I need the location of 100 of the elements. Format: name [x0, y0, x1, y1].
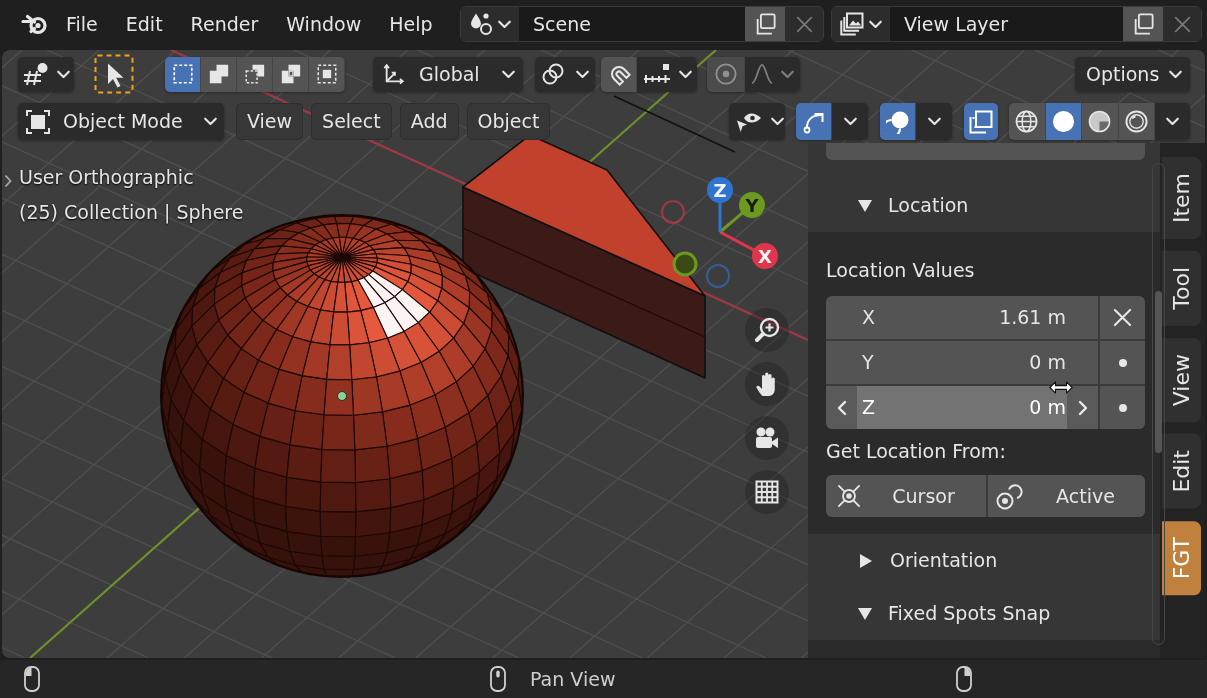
snap-target-dropdown[interactable]	[637, 56, 697, 92]
section-label: Location Values	[826, 258, 976, 282]
shading-mode-button[interactable]	[1118, 103, 1155, 140]
intersect-squares-icon	[316, 64, 337, 84]
scrollbar-thumb[interactable]	[1155, 291, 1162, 453]
chevron-down-icon	[502, 69, 515, 79]
panel-header[interactable]: Orientation	[808, 534, 1160, 587]
selection-mode-button[interactable]	[273, 56, 309, 92]
selection-mode-button[interactable]	[237, 56, 273, 92]
sidebar-tab[interactable]: Item	[1162, 157, 1201, 240]
overlay-dropdown[interactable]	[916, 103, 952, 140]
scene-name-field[interactable]: Scene	[519, 7, 745, 41]
select-box-tool-icon[interactable]	[94, 54, 134, 94]
chevron-left-icon	[836, 399, 847, 416]
shading-mode-button[interactable]	[1009, 103, 1046, 140]
menu-button[interactable]: View	[236, 103, 304, 140]
unlink-button[interactable]	[1163, 7, 1201, 41]
view-layer-name-field[interactable]: View Layer	[890, 7, 1123, 41]
linked-circles-icon	[541, 62, 565, 86]
mouse-left-button-icon	[24, 666, 40, 692]
chevron-down-icon	[771, 117, 784, 126]
grid-view-button[interactable]	[745, 470, 789, 514]
zoom-button[interactable]	[745, 308, 789, 352]
overlay-toggle-button[interactable]	[880, 103, 916, 140]
grid-icon	[755, 480, 779, 504]
mouse-right-button-icon	[956, 666, 972, 692]
menu-item[interactable]: Render	[176, 8, 273, 40]
gizmo-axis[interactable]: Z	[707, 177, 733, 232]
visibility-dropdown[interactable]	[729, 103, 785, 140]
negative-axis-handle[interactable]	[706, 264, 730, 288]
shading-mode-button[interactable]	[1045, 103, 1082, 140]
selection-mode-button[interactable]	[201, 56, 237, 92]
negative-axis-handle[interactable]	[661, 200, 685, 224]
glossy-sphere-icon	[1124, 110, 1148, 133]
panel-header[interactable]: Location	[808, 160, 1160, 232]
wire-sphere-icon	[1015, 110, 1039, 133]
resize-cursor-icon	[1049, 381, 1073, 394]
view-layer-browse-button[interactable]	[832, 7, 890, 41]
shading-dropdown[interactable]	[1155, 103, 1190, 140]
pivot-dropdown[interactable]	[535, 56, 595, 92]
menu-item[interactable]: Window	[272, 8, 376, 40]
dot-icon	[1118, 358, 1127, 367]
field-label: Z	[862, 396, 876, 419]
source-button[interactable]: Active	[986, 475, 1145, 517]
dashed-square-icon	[172, 64, 193, 84]
dot-button[interactable]	[1100, 386, 1145, 429]
scene-info-label: (25) Collection | Sphere	[19, 200, 244, 224]
unlink-button[interactable]	[785, 7, 823, 41]
chevron-down-icon	[843, 117, 857, 126]
gizmo-axis[interactable]: X	[719, 230, 778, 269]
chevron-down-icon	[927, 117, 941, 126]
pan-button[interactable]	[745, 362, 789, 406]
field-value: 1.61 m	[999, 306, 1066, 329]
clear-button[interactable]	[1100, 296, 1145, 339]
shading-mode-button[interactable]	[1082, 103, 1119, 140]
section-label: Get Location From:	[826, 439, 1007, 463]
menu-item[interactable]: Help	[375, 8, 447, 40]
sidebar-tab[interactable]: Tool	[1162, 251, 1201, 326]
options-dropdown[interactable]: Options	[1075, 56, 1190, 92]
menu-item[interactable]: Edit	[111, 8, 177, 40]
falloff-dropdown[interactable]	[745, 56, 800, 92]
field-value: 0 m	[1029, 351, 1066, 374]
axes-icon	[383, 63, 405, 85]
number-field[interactable]: X 1.61 m	[826, 296, 1100, 339]
menu-button[interactable]: Add	[399, 103, 459, 140]
sidebar-tab[interactable]: View	[1162, 337, 1201, 423]
copy-icon	[1132, 13, 1154, 35]
orientation-dropdown[interactable]: Global	[373, 56, 523, 92]
xray-toggle-button[interactable]	[964, 103, 998, 140]
dot-button[interactable]	[1100, 341, 1145, 384]
field-label: X	[862, 306, 876, 329]
image-stack-icon	[840, 12, 864, 36]
number-field[interactable]: Y 0 m	[826, 341, 1100, 384]
chevron-down-icon	[204, 117, 217, 126]
camera-button[interactable]	[745, 416, 789, 460]
mode-dropdown[interactable]: Object Mode	[18, 103, 224, 140]
menu-item[interactable]: File	[52, 8, 112, 40]
source-button[interactable]: Cursor	[826, 475, 986, 517]
ruler-ticks-icon	[643, 62, 671, 86]
sidebar-tab[interactable]: Edit	[1162, 434, 1201, 509]
menu-button[interactable]: Object	[466, 103, 551, 140]
selection-mode-button[interactable]	[309, 56, 345, 92]
selection-mode-button[interactable]	[165, 56, 201, 92]
gizmo-dropdown[interactable]	[832, 103, 868, 140]
snap-toggle-button[interactable]	[601, 56, 637, 92]
scene-browse-button[interactable]	[461, 7, 519, 41]
duplicate-button[interactable]	[745, 7, 785, 41]
bell-curve-icon	[751, 63, 773, 85]
transform-dropdown[interactable]	[18, 56, 74, 92]
gizmo-toggle-button[interactable]	[796, 103, 832, 140]
close-icon	[1173, 15, 1191, 33]
negative-axis-handle[interactable]	[672, 251, 698, 277]
view-name-label: User Orthographic	[19, 165, 195, 189]
union-squares-icon	[208, 64, 229, 84]
panel-header[interactable]: Fixed Spots Snap	[808, 587, 1160, 640]
field-label: Y	[862, 351, 874, 374]
mouse-wheel-icon	[490, 666, 506, 692]
chevron-down-icon	[869, 19, 882, 29]
duplicate-button[interactable]	[1123, 7, 1163, 41]
menu-button[interactable]: Select	[311, 103, 392, 140]
